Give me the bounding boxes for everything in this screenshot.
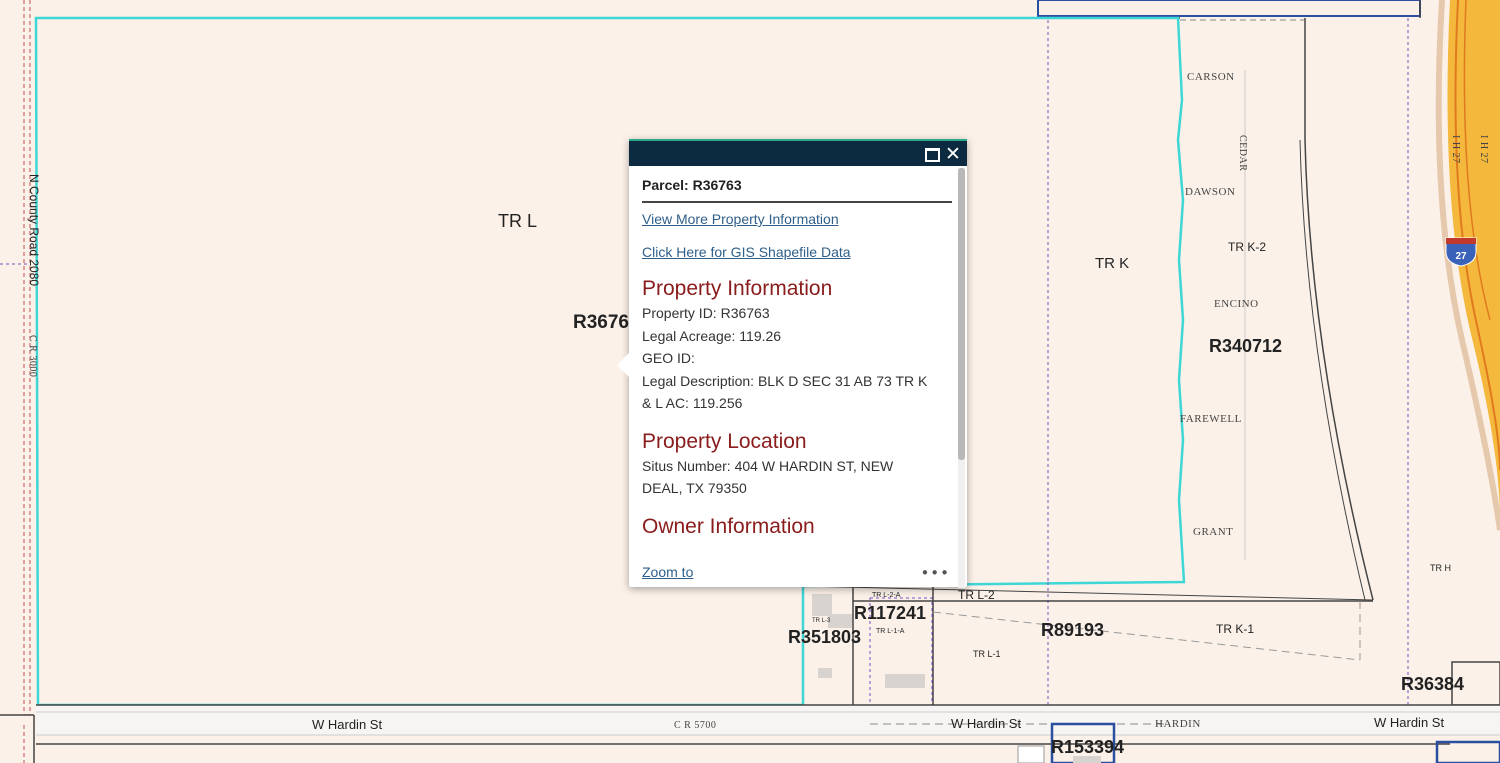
- street-label: C R 5700: [674, 720, 716, 731]
- street-label: HARDIN: [1155, 718, 1201, 730]
- property-id: Property ID: R36763: [642, 305, 770, 321]
- map-building: [818, 668, 832, 678]
- parcel-label: TR L-3: [812, 618, 831, 624]
- street-label: FAREWELL: [1180, 413, 1242, 425]
- map-building: [885, 674, 925, 688]
- popup-titlebar[interactable]: ✕: [629, 139, 967, 166]
- road-w-hardin: [36, 705, 1500, 735]
- property-location-heading: Property Location: [642, 429, 807, 453]
- selected-parcel-outline[interactable]: [34, 16, 1186, 707]
- parcel-id-label: R153394: [1051, 737, 1124, 757]
- parcel-id-label: R3676: [573, 312, 629, 333]
- street-label: CEDAR: [1237, 135, 1248, 171]
- street-label: W Hardin St: [1374, 715, 1444, 730]
- popup-pointer: [617, 353, 629, 377]
- street-label: ENCINO: [1214, 298, 1259, 310]
- map-building: [1073, 756, 1101, 763]
- map-parcel-outline: [1037, 0, 1421, 17]
- parcel-label: TR H: [1430, 563, 1451, 573]
- geo-id: GEO ID:: [642, 350, 695, 366]
- highway-label: I H 27: [1478, 135, 1489, 164]
- legal-description-continued: & L AC: 119.256: [642, 395, 743, 411]
- legal-acreage: Legal Acreage: 119.26: [642, 327, 782, 344]
- parcel-title: Parcel: R36763: [642, 177, 952, 203]
- map-boundary: [1299, 139, 1366, 601]
- street-label: GRANT: [1193, 526, 1233, 538]
- parcel-id-label: R117241: [854, 603, 926, 623]
- parcel-id-label: R36384: [1401, 674, 1464, 694]
- parcel-label: TR L-1: [973, 649, 1001, 659]
- situs-number: Situs Number: 404 W HARDIN ST, NEW: [642, 457, 894, 474]
- zoom-to-link[interactable]: Zoom to: [642, 564, 693, 580]
- parcel-label: TR K-2: [1228, 240, 1266, 254]
- parcel-id-label: R351803: [788, 627, 861, 647]
- popup-scroll-thumb[interactable]: [958, 168, 965, 460]
- owner-information-heading: Owner Information: [642, 514, 815, 538]
- street-label: W Hardin St: [951, 716, 1021, 731]
- parcel-label: TR L-2: [958, 588, 995, 602]
- parcel-label: TR K-1: [1216, 622, 1254, 636]
- map-parcel-outline: [1435, 740, 1500, 763]
- street-label: DAWSON: [1185, 186, 1235, 198]
- parcel-popup[interactable]: ✕ Parcel: R36763 View More Property Info…: [617, 139, 967, 588]
- parcel-label: TR K: [1095, 255, 1129, 272]
- interstate-shield-number: 27: [1455, 251, 1467, 262]
- more-options-icon[interactable]: •••: [920, 564, 950, 582]
- map-boundary: [1304, 139, 1374, 601]
- map-building: [828, 614, 852, 628]
- popup-content[interactable]: Parcel: R36763 View More Property Inform…: [642, 177, 952, 562]
- property-information-heading: Property Information: [642, 277, 833, 300]
- situs-number-continued: DEAL, TX 79350: [642, 480, 747, 496]
- parcel-label: TR L-2-A: [872, 592, 901, 599]
- map-building: [812, 594, 832, 616]
- parcel-id-label: R89193: [1041, 620, 1104, 640]
- gis-shapefile-link[interactable]: Click Here for GIS Shapefile Data: [642, 244, 952, 260]
- map-building: [1017, 745, 1045, 763]
- parcel-label: TR L: [498, 211, 537, 231]
- street-label: CARSON: [1187, 71, 1235, 83]
- parcel-label: TR L-1-A: [876, 628, 905, 635]
- street-label: W Hardin St: [312, 717, 382, 732]
- map-parcel[interactable]: [0, 0, 36, 763]
- highway-label: I H 27: [1450, 135, 1461, 164]
- street-label: C R 3000: [27, 335, 38, 377]
- legal-description: Legal Description: BLK D SEC 31 AB 73 TR…: [642, 372, 928, 389]
- popup-footer: Zoom to •••: [642, 562, 960, 584]
- popup-scrollbar[interactable]: [958, 168, 965, 588]
- street-label: N County Road 2080: [27, 174, 41, 286]
- close-icon[interactable]: ✕: [944, 145, 962, 164]
- maximize-icon[interactable]: [923, 145, 941, 163]
- parcel-id-label: R340712: [1209, 336, 1282, 356]
- view-more-property-link[interactable]: View More Property Information: [642, 211, 952, 227]
